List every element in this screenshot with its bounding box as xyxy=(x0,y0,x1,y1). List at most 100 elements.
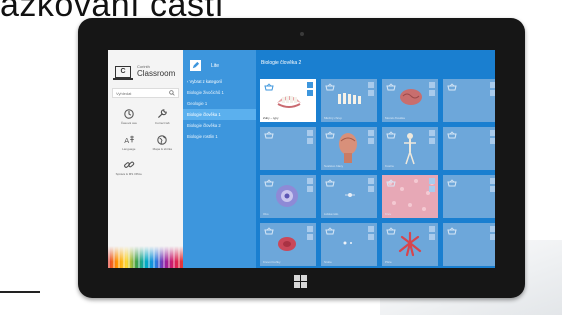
basket-icon[interactable] xyxy=(447,227,457,235)
app-sidebar: C Corinth Classroom Časová osa Correct l… xyxy=(108,50,183,268)
tile-badge xyxy=(307,178,313,184)
tool-history[interactable]: Časová osa xyxy=(112,108,146,126)
tile-badge xyxy=(307,82,313,88)
thumbnail-teeth xyxy=(277,96,301,108)
windows-logo-icon[interactable] xyxy=(294,275,307,288)
pencil-glyph xyxy=(192,61,200,69)
search-icon[interactable] xyxy=(169,90,175,96)
tile-caption: Mléčný chrup xyxy=(324,116,342,120)
gallery-tile[interactable] xyxy=(443,127,495,170)
tile-grid: Zuby – typy Mléčný chrup Mozek člověka Sval… xyxy=(260,79,495,266)
basket-icon[interactable] xyxy=(447,131,457,139)
history-icon xyxy=(124,109,134,119)
tablet-device: C Corinth Classroom Časová osa Correct l… xyxy=(78,18,525,298)
tool-wrench[interactable]: Correct lab xyxy=(146,108,180,126)
gallery-tile[interactable]: Mozek člověka xyxy=(382,79,438,122)
tile-badge-secondary xyxy=(307,234,313,240)
translate-icon: A xyxy=(124,135,134,145)
thumbnail-body xyxy=(345,193,355,197)
category-item[interactable]: Biologie člověka 2 xyxy=(183,120,256,131)
gallery-tile[interactable]: Kostra xyxy=(382,127,438,170)
search-box[interactable] xyxy=(112,88,179,98)
category-item[interactable]: Geologie 1 xyxy=(183,98,256,109)
basket-icon[interactable] xyxy=(325,131,335,139)
basket-icon[interactable] xyxy=(386,131,396,139)
tile-badge-secondary xyxy=(490,186,495,192)
tile-badge xyxy=(490,82,495,88)
tile-caption: Srdce xyxy=(324,260,332,264)
gallery-tile[interactable]: Krev xyxy=(382,175,438,218)
category-panel: Lite ‹ Vybrat z kategorií Biologie živoč… xyxy=(183,50,256,268)
tile-badge xyxy=(307,130,313,136)
category-list: ‹ Vybrat z kategorií Biologie živočichů … xyxy=(183,76,256,142)
tile-badge-secondary xyxy=(307,138,313,144)
basket-icon[interactable] xyxy=(264,179,274,187)
tile-badge-secondary xyxy=(368,138,374,144)
basket-icon[interactable] xyxy=(264,131,274,139)
gallery-tile[interactable]: Svalstvo hlavy xyxy=(321,127,377,170)
tile-badge xyxy=(429,178,435,184)
tile-caption: Lidské tělo xyxy=(324,212,339,216)
gallery-title: Biologie člověka 2 xyxy=(261,60,302,66)
basket-icon[interactable] xyxy=(386,83,396,91)
tool-grid: Časová osa Correct lab A Language Mapa &… xyxy=(108,98,183,177)
tile-badge xyxy=(307,226,313,232)
gallery-tile[interactable]: Oko xyxy=(260,175,316,218)
tool-label: Language xyxy=(122,146,136,151)
gallery-tile[interactable] xyxy=(260,127,316,170)
category-item[interactable]: Biologie živočichů 1 xyxy=(183,87,256,98)
basket-icon[interactable] xyxy=(386,179,396,187)
tile-badge xyxy=(490,178,495,184)
category-item[interactable]: Biologie rostlin 1 xyxy=(183,131,256,142)
gallery-tile[interactable]: Plíce xyxy=(382,223,438,266)
tile-badge xyxy=(368,178,374,184)
basket-icon[interactable] xyxy=(264,227,274,235)
tile-badge-secondary xyxy=(307,90,313,96)
basket-icon[interactable] xyxy=(325,227,335,235)
gallery-tile[interactable]: Krevní buňky xyxy=(260,223,316,266)
basket-icon[interactable] xyxy=(447,83,457,91)
category-item-active[interactable]: Biologie člověka 1 xyxy=(183,109,256,120)
tile-badge xyxy=(490,226,495,232)
tool-link[interactable]: Správa & MS Office xyxy=(112,159,146,177)
basket-icon[interactable] xyxy=(386,227,396,235)
tile-badge-secondary xyxy=(429,138,435,144)
basket-icon[interactable] xyxy=(264,83,274,91)
basket-icon[interactable] xyxy=(447,179,457,187)
brand-logo-letter: C xyxy=(120,68,126,75)
category-select-back[interactable]: ‹ Vybrat z kategorií xyxy=(183,76,256,87)
gallery-tile[interactable] xyxy=(443,223,495,266)
gallery-tile[interactable]: Mléčný chrup xyxy=(321,79,377,122)
tile-badge xyxy=(429,130,435,136)
gallery-tile[interactable] xyxy=(443,175,495,218)
gallery-tile[interactable]: Lidské tělo xyxy=(321,175,377,218)
tile-caption: Svalstvo hlavy xyxy=(324,164,344,168)
gallery-tile[interactable] xyxy=(443,79,495,122)
thumbnail-cell xyxy=(278,237,296,251)
link-icon xyxy=(123,161,134,169)
search-input[interactable] xyxy=(116,90,169,96)
thumbnail-dots xyxy=(343,241,352,245)
tool-translate[interactable]: A Language xyxy=(112,134,146,152)
tile-caption: Oko xyxy=(263,212,269,216)
basket-icon[interactable] xyxy=(325,83,335,91)
gallery-tile[interactable]: Zuby – typy xyxy=(260,79,316,122)
tool-label: Correct lab xyxy=(154,121,170,125)
product-header: Lite xyxy=(183,50,256,74)
camera-dot xyxy=(300,32,304,36)
thumbnail-small-teeth xyxy=(338,93,361,104)
tile-badge-secondary xyxy=(429,234,435,240)
tile-caption: Zuby – typy xyxy=(263,116,279,120)
wrench-icon xyxy=(158,109,168,119)
tile-badge-secondary xyxy=(490,138,495,144)
thumbnail-brain xyxy=(400,89,422,105)
tile-badge-secondary xyxy=(368,234,374,240)
gallery-tile[interactable]: Srdce xyxy=(321,223,377,266)
tool-globe[interactable]: Mapa & sbírka xyxy=(146,134,180,152)
color-palette-strip xyxy=(108,246,183,268)
pencil-icon xyxy=(190,60,201,71)
basket-icon[interactable] xyxy=(325,179,335,187)
tile-caption: Plíce xyxy=(385,260,392,264)
tile-badge xyxy=(429,82,435,88)
tile-badge-secondary xyxy=(429,90,435,96)
